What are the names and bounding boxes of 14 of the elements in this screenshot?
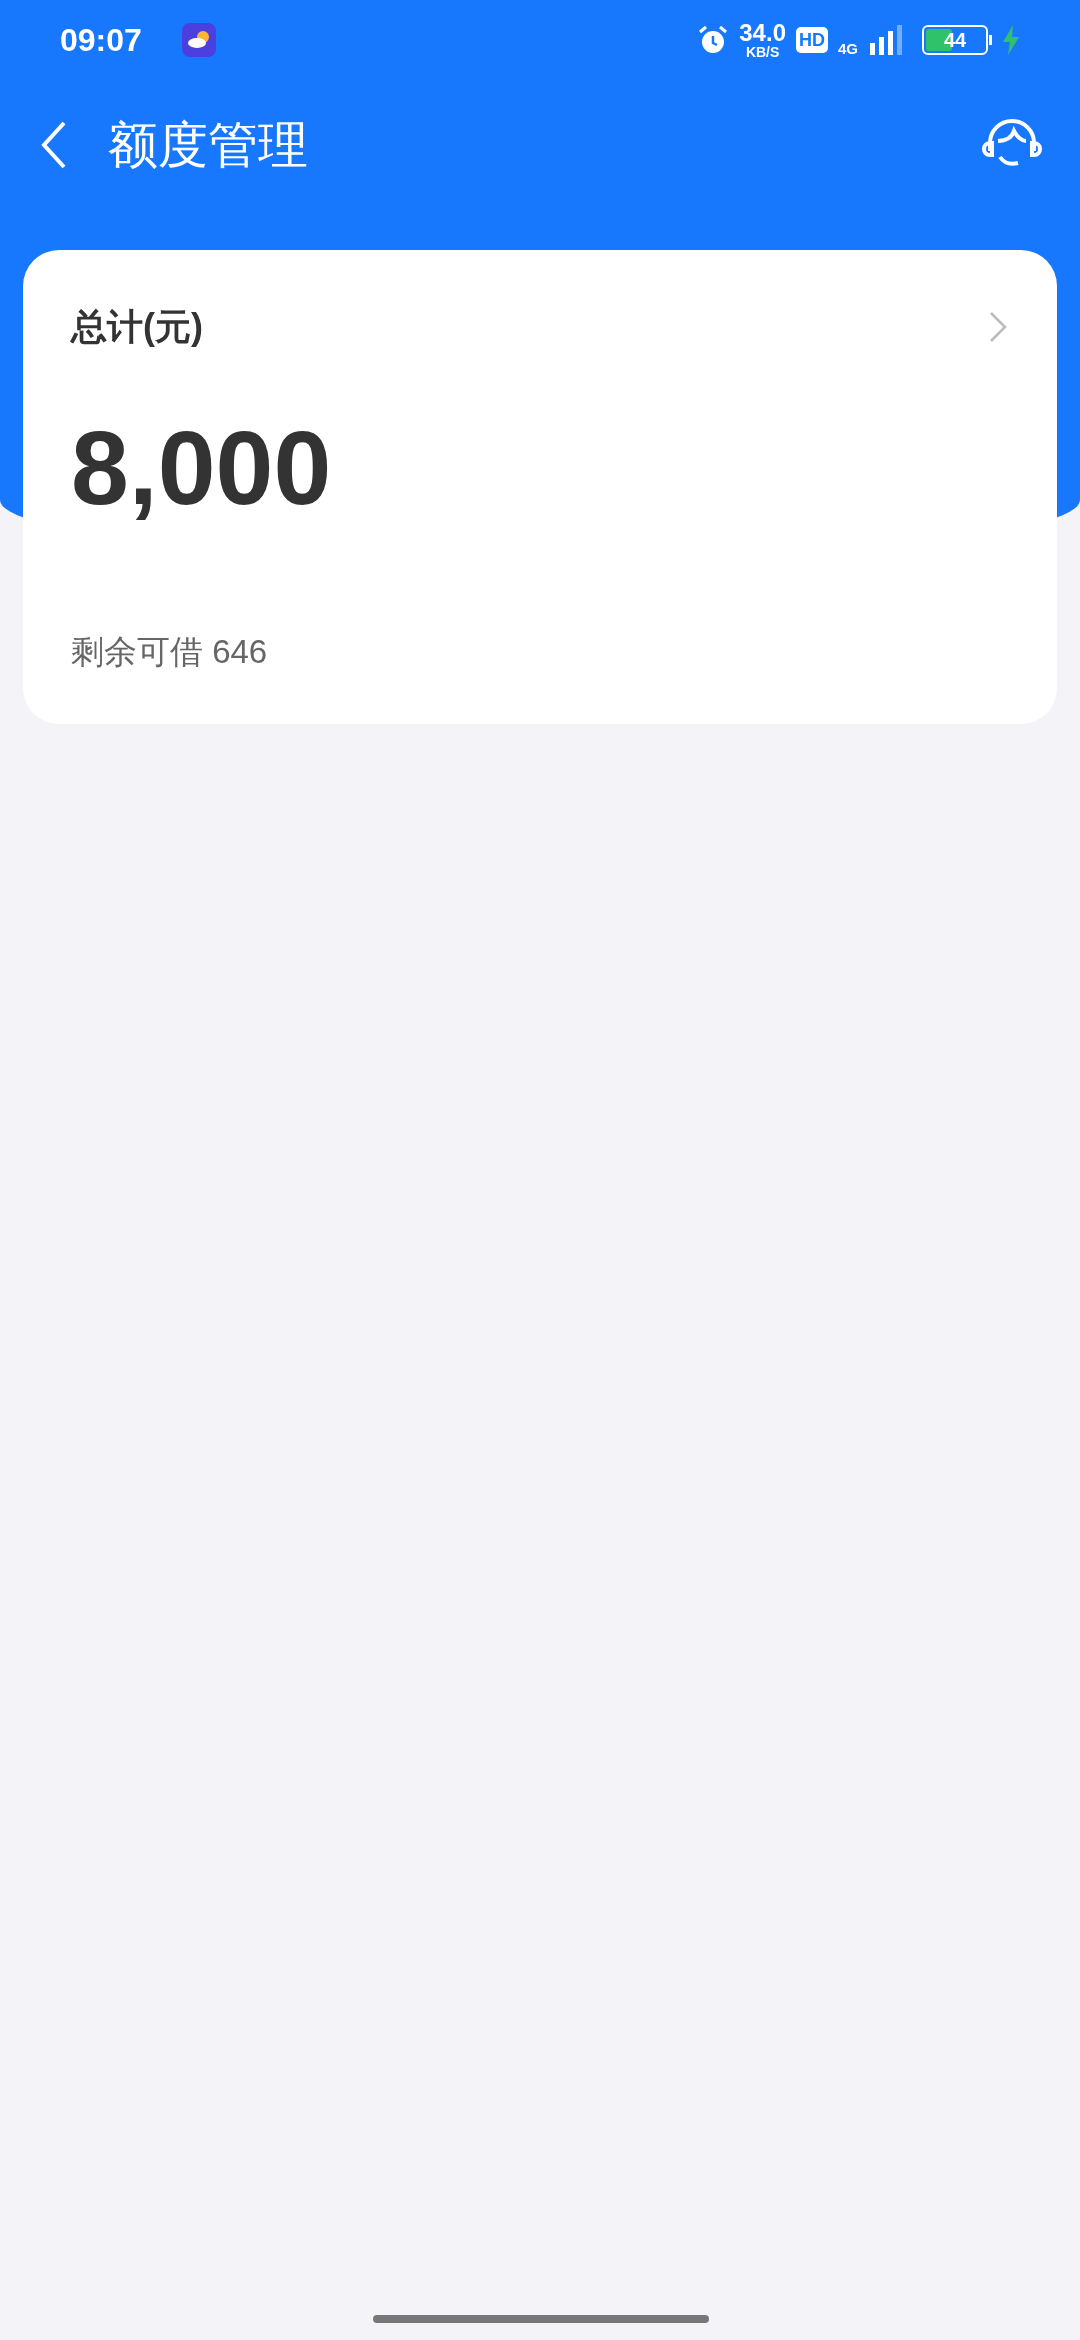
network-type: 4G: [838, 38, 858, 59]
signal-icon: [868, 25, 902, 55]
limit-card[interactable]: 总计(元) 8,000 剩余可借 646: [23, 250, 1057, 724]
hd-badge: HD: [796, 27, 828, 53]
chevron-right-icon: [989, 311, 1007, 343]
card-title: 总计(元): [71, 305, 203, 349]
page-title: 额度管理: [108, 115, 308, 175]
weather-app-icon: [181, 23, 216, 57]
network-speed-unit: KB/S: [745, 45, 780, 59]
total-amount: 8,000: [71, 416, 332, 520]
status-time: 09:07: [60, 21, 142, 60]
alarm-icon: [697, 24, 730, 56]
network-speed: 34.0: [739, 21, 786, 45]
remaining-amount: 剩余可借 646: [71, 631, 268, 672]
